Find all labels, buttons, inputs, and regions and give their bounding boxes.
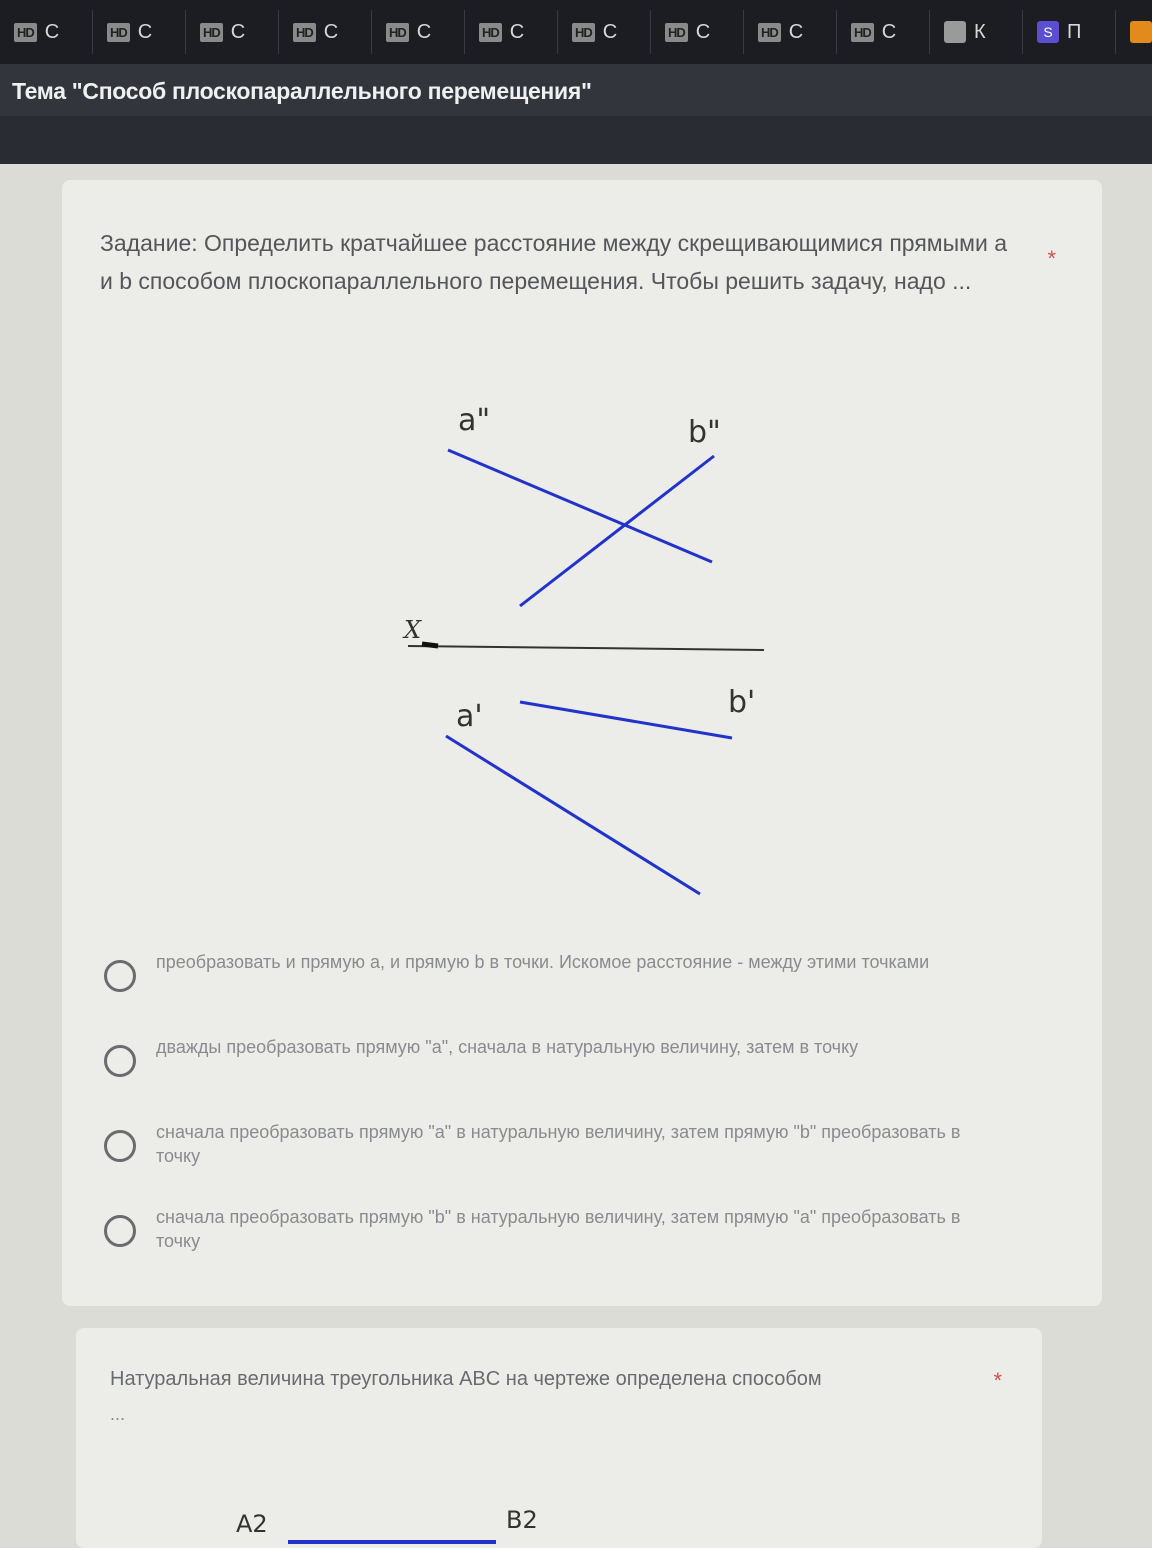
answer-option[interactable]: сначала преобразовать прямую "b" в натур… <box>104 1205 1004 1253</box>
option-label: дважды преобразовать прямую "а", сначала… <box>156 1037 859 1057</box>
browser-tab[interactable]: HD C <box>558 10 651 54</box>
tab-label: C <box>230 20 246 43</box>
line-b-top <box>519 700 733 740</box>
tab-label: П <box>1067 20 1082 43</box>
radio-button[interactable] <box>104 960 136 992</box>
browser-tab[interactable]: HD C <box>837 10 930 54</box>
question-card: Натуральная величина треугольника ABC на… <box>76 1328 1042 1548</box>
tab-label: C <box>44 20 60 43</box>
label-b-top: b' <box>728 685 755 720</box>
tab-label: C <box>695 20 711 43</box>
line-b-front <box>519 454 715 608</box>
label-b2: B2 <box>506 1506 536 1534</box>
tab-label: C <box>602 20 618 43</box>
orange-app-icon <box>1130 21 1152 43</box>
browser-tab[interactable]: HD C <box>186 10 279 54</box>
label-axis-x: X <box>402 616 422 644</box>
required-mark: * <box>1047 246 1056 271</box>
line-a-top <box>445 734 701 896</box>
answer-option[interactable]: сначала преобразовать прямую "а" в натур… <box>104 1120 1004 1168</box>
browser-tab[interactable]: HD C <box>372 10 465 54</box>
hd-icon: HD <box>14 22 37 42</box>
skew-lines-diagram: a" b" X a' b' <box>402 403 765 896</box>
question-text: Натуральная величина треугольника ABC на… <box>110 1368 822 1390</box>
hd-icon: HD <box>572 22 595 42</box>
answer-option[interactable]: дважды преобразовать прямую "а", сначала… <box>104 1035 1004 1077</box>
triangle-diagram: A2 B2 <box>236 1506 536 1544</box>
browser-tab[interactable]: HD C <box>465 10 558 54</box>
x-axis <box>407 645 765 651</box>
tab-label: C <box>323 20 339 43</box>
browser-tab-strip: HD C HD C HD C HD C HD C HD C HD C HD C HD C HD C … <box>0 0 1152 64</box>
question-continuation: ... <box>110 1404 126 1424</box>
browser-tab[interactable]: HD C <box>0 10 93 54</box>
browser-tab[interactable]: HD C <box>93 10 186 54</box>
hd-icon: HD <box>386 22 409 42</box>
hd-icon: HD <box>479 22 502 42</box>
label-b-front: b" <box>688 415 721 450</box>
option-label: сначала преобразовать прямую "а" в натур… <box>156 1122 961 1166</box>
hd-icon: HD <box>665 22 688 42</box>
tab-label: C <box>788 20 804 43</box>
page-title: Тема "Способ плоскопараллельного перемещ… <box>12 78 592 104</box>
tab-label: C <box>509 20 525 43</box>
option-label: преобразовать и прямую а, и прямую b в т… <box>156 952 930 972</box>
browser-tab[interactable]: HD C <box>651 10 744 54</box>
book-icon <box>944 21 966 43</box>
browser-tab[interactable]: SП <box>1023 10 1116 54</box>
tab-label: C <box>881 20 897 43</box>
s-logo-icon: S <box>1037 21 1059 43</box>
hd-icon: HD <box>851 22 874 42</box>
question-card: Задание: Определить кратчайшее расстояни… <box>62 180 1102 1306</box>
question-text: Задание: Определить кратчайшее расстояни… <box>100 230 1007 294</box>
radio-button[interactable] <box>104 1130 136 1162</box>
hd-icon: HD <box>200 22 223 42</box>
hd-icon: HD <box>107 22 130 42</box>
hd-icon: HD <box>758 22 781 42</box>
browser-tab[interactable]: HD C <box>744 10 837 54</box>
label-a2: A2 <box>236 1510 268 1538</box>
radio-button[interactable] <box>104 1215 136 1247</box>
required-mark: * <box>993 1368 1002 1393</box>
tab-label: C <box>137 20 153 43</box>
x-axis-tick <box>421 641 439 649</box>
label-a-top: a' <box>456 699 483 734</box>
hd-icon: HD <box>293 22 316 42</box>
tab-label: C <box>416 20 432 43</box>
browser-tab[interactable] <box>1116 10 1152 54</box>
line-a-front <box>447 448 713 564</box>
browser-tab[interactable]: HD C <box>279 10 372 54</box>
label-a-front: a" <box>458 403 490 438</box>
option-label: сначала преобразовать прямую "b" в натур… <box>156 1207 961 1251</box>
radio-button[interactable] <box>104 1045 136 1077</box>
answer-option[interactable]: преобразовать и прямую а, и прямую b в т… <box>104 950 1004 992</box>
tab-label: К <box>974 20 986 43</box>
browser-tab[interactable]: К <box>930 10 1023 54</box>
